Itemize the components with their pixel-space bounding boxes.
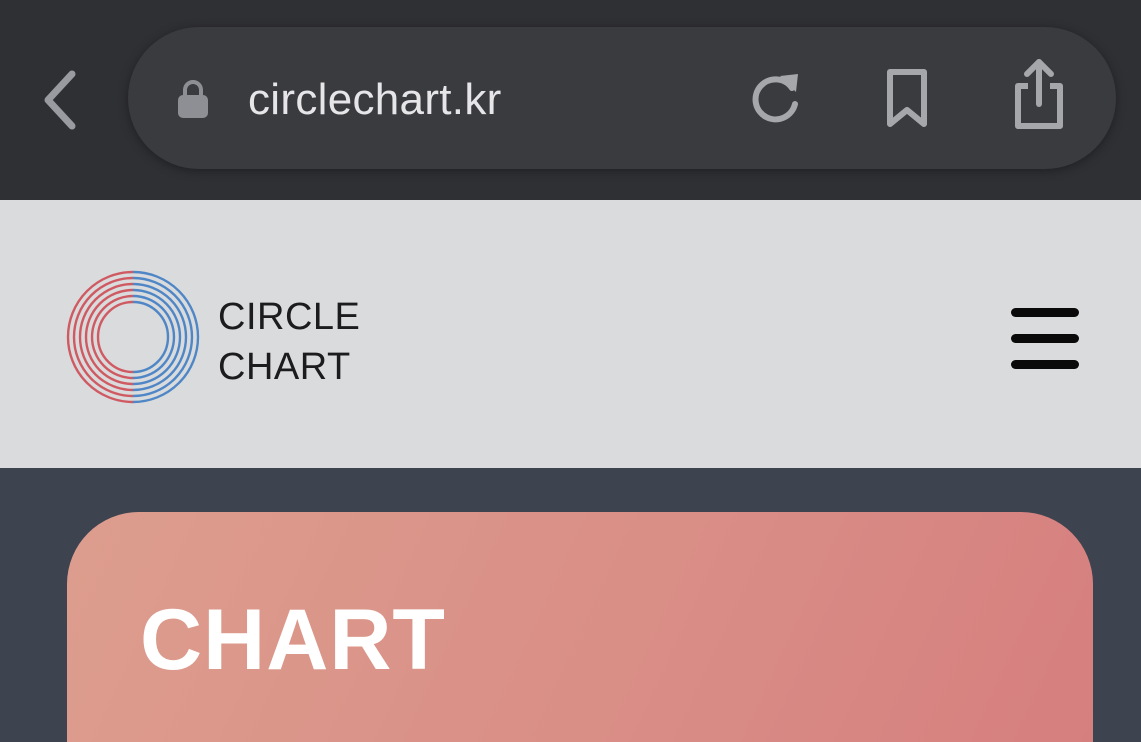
hamburger-menu-icon[interactable] — [1002, 300, 1088, 378]
lock-icon — [178, 80, 208, 118]
logo-wordmark: CIRCLE CHART — [218, 292, 360, 392]
logo-line-1: CIRCLE — [218, 296, 361, 338]
share-icon — [1015, 59, 1063, 129]
menu-bar-bottom — [1011, 360, 1079, 369]
share-button[interactable] — [1004, 56, 1074, 132]
menu-bar-middle — [1011, 334, 1079, 343]
reload-button[interactable] — [740, 66, 810, 132]
back-button[interactable] — [36, 64, 88, 136]
logo-line-2: CHART — [218, 346, 351, 388]
chevron-left-icon — [44, 70, 76, 130]
browser-toolbar: circlechart.kr — [0, 0, 1141, 200]
circle-chart-logo[interactable]: CIRCLE CHART — [66, 270, 366, 406]
bookmark-icon — [887, 69, 927, 127]
bookmark-button[interactable] — [876, 64, 938, 132]
menu-bar-top — [1011, 308, 1079, 317]
reload-icon — [752, 74, 798, 123]
url-text[interactable]: circlechart.kr — [248, 70, 502, 130]
circle-chart-logo-icon — [66, 270, 200, 404]
hero-title: CHART — [140, 592, 446, 688]
